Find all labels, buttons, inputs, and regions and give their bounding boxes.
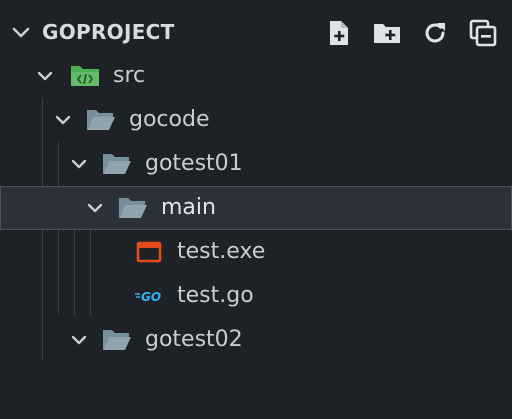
svg-text:GO: GO: [141, 290, 161, 303]
tree-item-test-exe[interactable]: test.exe: [0, 230, 512, 274]
tree-item-src[interactable]: src: [0, 54, 512, 98]
tree-item-gotest02[interactable]: gotest02: [0, 318, 512, 362]
tree-item-label: test.go: [177, 283, 254, 308]
tree-item-gotest01[interactable]: gotest01: [0, 142, 512, 186]
file-explorer: GOPROJECT src gocode gotest01 main test.…: [0, 0, 512, 419]
new-file-icon[interactable]: [322, 16, 356, 50]
chevron-down-icon[interactable]: [8, 20, 34, 46]
chevron-down-icon: [68, 329, 90, 351]
collapse-all-icon[interactable]: [466, 16, 500, 50]
tree-item-label: gotest02: [145, 327, 243, 352]
refresh-icon[interactable]: [418, 16, 452, 50]
tree-item-test-go[interactable]: GO test.go: [0, 274, 512, 318]
folder-open-icon: [118, 195, 148, 221]
tree-item-label: src: [113, 63, 146, 88]
folder-open-icon: [86, 107, 116, 133]
executable-file-icon: [134, 239, 164, 265]
new-folder-icon[interactable]: [370, 16, 404, 50]
explorer-header[interactable]: GOPROJECT: [0, 10, 512, 54]
chevron-down-icon: [84, 197, 106, 219]
chevron-down-icon: [34, 65, 56, 87]
source-folder-icon: [70, 63, 100, 89]
tree-item-label: gocode: [129, 107, 210, 132]
folder-open-icon: [102, 151, 132, 177]
chevron-down-icon: [68, 153, 90, 175]
folder-open-icon: [102, 327, 132, 353]
tree-item-label: gotest01: [145, 151, 243, 176]
header-actions: [322, 16, 500, 50]
go-file-icon: GO: [134, 283, 166, 309]
tree-item-main[interactable]: main: [0, 186, 512, 230]
chevron-down-icon: [52, 109, 74, 131]
project-title: GOPROJECT: [42, 20, 175, 44]
tree-item-label: main: [161, 195, 216, 220]
tree-item-label: test.exe: [177, 239, 266, 264]
tree-item-gocode[interactable]: gocode: [0, 98, 512, 142]
